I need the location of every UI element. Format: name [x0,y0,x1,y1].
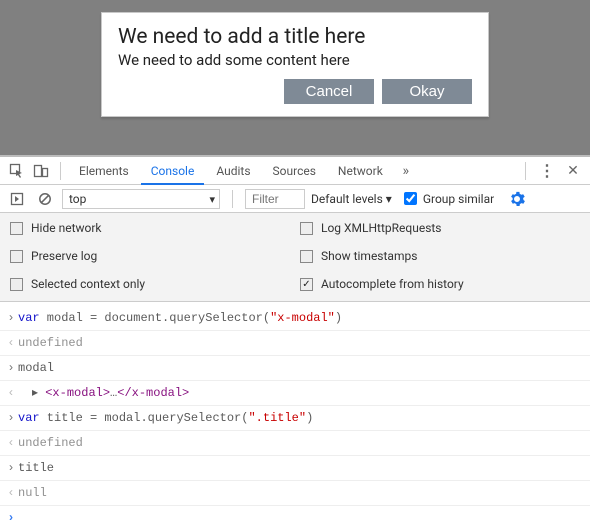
group-similar-label: Group similar [423,192,494,206]
chevron-right-icon: › [4,409,18,427]
console-output-line: ‹ undefined [0,331,590,356]
checkbox-icon [10,222,23,235]
chevron-left-dim-icon: ‹ [4,434,18,452]
group-similar-input[interactable] [404,192,417,205]
console-prompt[interactable]: › [0,506,590,530]
checkbox-icon [300,250,313,263]
modal-button-row: Cancel Okay [118,79,472,104]
group-similar-checkbox[interactable]: Group similar [398,192,494,206]
clear-console-icon[interactable] [34,188,56,210]
page-viewport: We need to add a title here We need to a… [0,0,590,155]
tab-network[interactable]: Network [328,157,393,185]
preserve-log-label: Preserve log [31,249,97,263]
show-timestamps-label: Show timestamps [321,249,417,263]
cancel-button[interactable]: Cancel [284,79,374,104]
console-output-line: ‹ null [0,481,590,506]
checkbox-icon [10,250,23,263]
tab-sources[interactable]: Sources [263,157,326,185]
chevron-left-dim-icon: ‹ [4,384,18,402]
console-input-line: › title [0,456,590,481]
preserve-log-checkbox[interactable]: Preserve log [10,249,290,263]
show-drawer-icon[interactable] [6,188,28,210]
chevron-right-icon: › [4,309,18,327]
console-toolbar: top Default levels ▾ Group similar [0,185,590,213]
gear-icon[interactable] [506,188,528,210]
console-output-line: ‹ ▸ <x-modal>…</x-modal> [0,381,590,406]
separator [525,162,526,180]
console-input-line: › var modal = document.querySelector("x-… [0,306,590,331]
chevron-left-dim-icon: ‹ [4,334,18,352]
triangle-down-icon: ▾ [386,192,392,206]
modal-dialog: We need to add a title here We need to a… [101,12,489,117]
console-log-area[interactable]: › var modal = document.querySelector("x-… [0,302,590,530]
selected-context-only-checkbox[interactable]: Selected context only [10,277,290,291]
devtools-panel: Elements Console Audits Sources Network … [0,155,590,530]
log-xhr-checkbox[interactable]: Log XMLHttpRequests [300,221,580,235]
tab-console[interactable]: Console [141,157,205,185]
console-input-line: › var title = modal.querySelector(".titl… [0,406,590,431]
console-input-line: › modal [0,356,590,381]
log-levels-label: Default levels [311,192,383,206]
separator [60,162,61,180]
log-levels-selector[interactable]: Default levels ▾ [311,192,392,206]
checkbox-icon [10,278,23,291]
autocomplete-checkbox[interactable]: ✓ Autocomplete from history [300,277,580,291]
tab-audits[interactable]: Audits [206,157,260,185]
tab-elements[interactable]: Elements [69,157,139,185]
selected-context-only-label: Selected context only [31,277,145,291]
separator [232,190,233,208]
hide-network-checkbox[interactable]: Hide network [10,221,290,235]
checkbox-checked-icon: ✓ [300,278,313,291]
console-output-line: ‹ undefined [0,431,590,456]
context-selector[interactable]: top [62,189,220,209]
modal-content: We need to add some content here [118,51,472,69]
chevron-right-icon: › [4,359,18,377]
inspect-element-icon[interactable] [6,160,28,182]
device-toolbar-icon[interactable] [30,160,52,182]
show-timestamps-checkbox[interactable]: Show timestamps [300,249,580,263]
kebab-menu-icon[interactable]: ⋮ [536,160,558,182]
modal-title: We need to add a title here [118,25,472,49]
console-settings-panel: Hide network Log XMLHttpRequests Preserv… [0,213,590,302]
more-tabs-icon[interactable]: » [395,160,417,182]
chevron-right-prompt-icon: › [4,509,18,527]
checkbox-icon [300,222,313,235]
autocomplete-label: Autocomplete from history [321,277,464,291]
devtools-tab-strip: Elements Console Audits Sources Network … [0,157,590,185]
hide-network-label: Hide network [31,221,102,235]
chevron-right-icon: › [4,459,18,477]
log-xhr-label: Log XMLHttpRequests [321,221,442,235]
filter-input[interactable] [245,189,305,209]
okay-button[interactable]: Okay [382,79,472,104]
close-icon[interactable]: ✕ [562,160,584,182]
chevron-left-dim-icon: ‹ [4,484,18,502]
